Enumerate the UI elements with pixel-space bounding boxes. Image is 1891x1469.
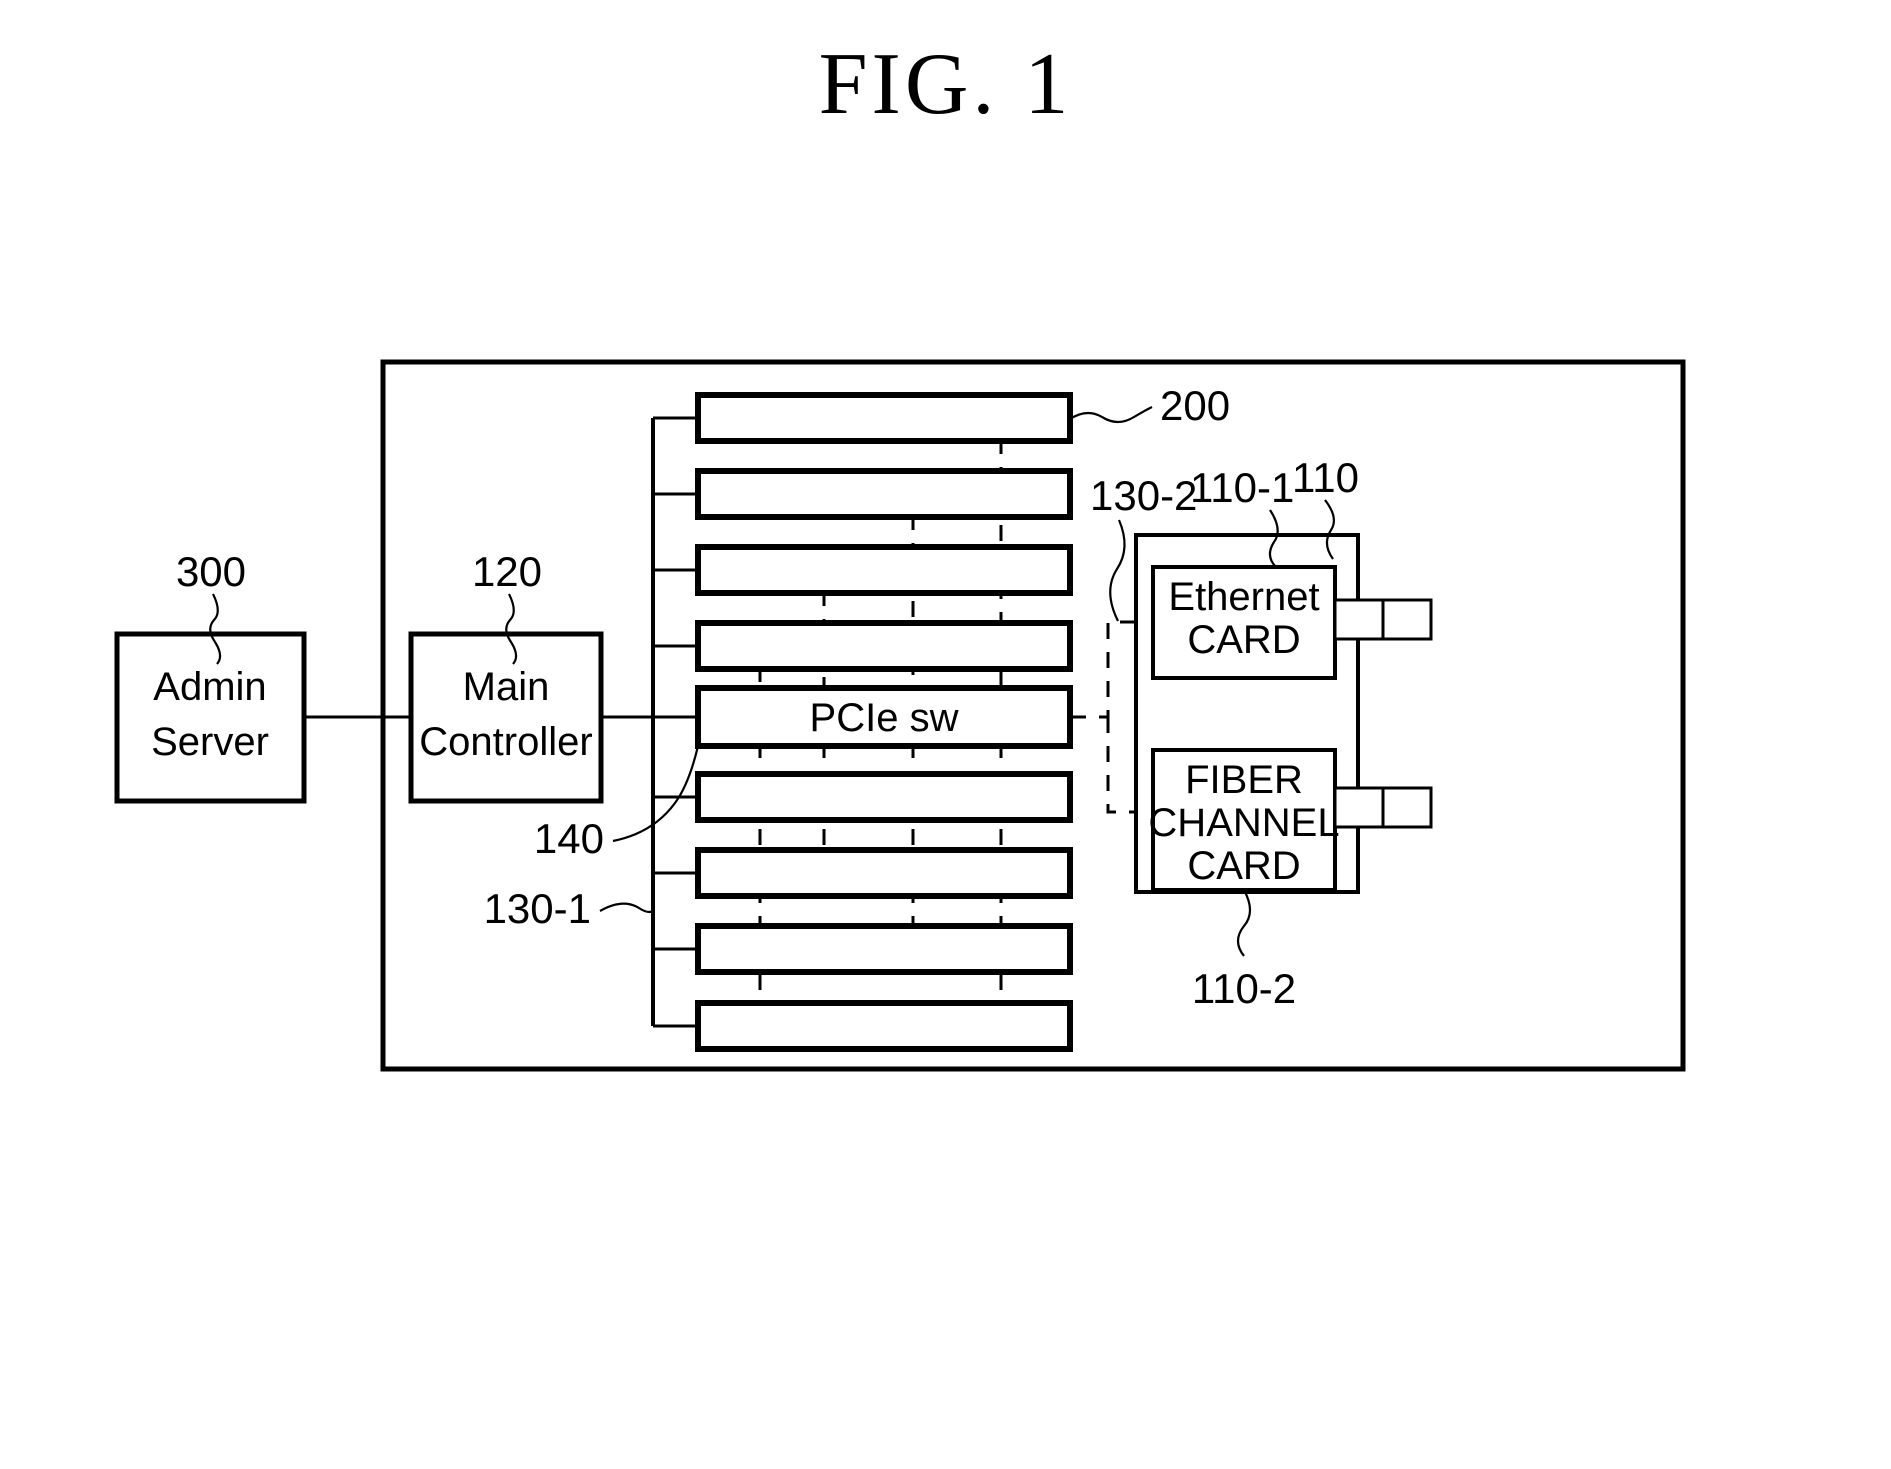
ethernet-card-label-line2: CARD — [1187, 618, 1300, 662]
fiber-channel-card-label-line2: CHANNEL — [1148, 801, 1339, 845]
admin-server-box[interactable] — [114, 631, 307, 804]
right-bus-ref-number: 130-2 — [1090, 472, 1197, 519]
main-controller-box[interactable] — [408, 631, 604, 804]
fiber-channel-card-label-line3: CARD — [1187, 844, 1300, 888]
slot-bar-1[interactable] — [695, 392, 1073, 444]
card-group-ref-number: 110 — [1292, 454, 1359, 501]
slot-bar-7[interactable] — [695, 847, 1073, 899]
slot-bar-9[interactable] — [695, 1000, 1073, 1052]
patent-figure-diagram: Admin Server 300 Main Controller 120 PCI… — [114, 359, 1686, 1072]
admin-server-ref-number: 300 — [176, 548, 246, 595]
slot-bar-6[interactable] — [695, 771, 1073, 823]
storage-module-ref-number: 200 — [1160, 382, 1230, 429]
fiber-port-inner — [1333, 786, 1385, 829]
pcie-switch-label: PCIe sw — [810, 696, 959, 740]
ethernet-card-ref-number: 110-1 — [1190, 464, 1294, 511]
fiber-channel-card-ref-number: 110-2 — [1192, 965, 1296, 1012]
ethernet-port-inner — [1333, 598, 1385, 641]
admin-server-label-line2: Server — [151, 720, 269, 764]
fiber-port-outer — [1381, 786, 1433, 829]
admin-server-label-line1: Admin — [153, 665, 266, 709]
slot-bar-2[interactable] — [695, 468, 1073, 520]
left-bus-ref-number: 130-1 — [484, 885, 591, 932]
main-controller-ref-number: 120 — [472, 548, 542, 595]
slot-bar-3[interactable] — [695, 544, 1073, 596]
slot-bar-4[interactable] — [695, 620, 1073, 672]
main-controller-label-line2: Controller — [419, 720, 592, 764]
fiber-channel-card-label-line1: FIBER — [1185, 758, 1303, 802]
ethernet-port-outer — [1381, 598, 1433, 641]
pcie-switch-ref-number: 140 — [534, 815, 604, 862]
ethernet-card-label-line1: Ethernet — [1168, 575, 1319, 619]
main-controller-label-line1: Main — [463, 665, 550, 709]
slot-bar-8[interactable] — [695, 923, 1073, 975]
